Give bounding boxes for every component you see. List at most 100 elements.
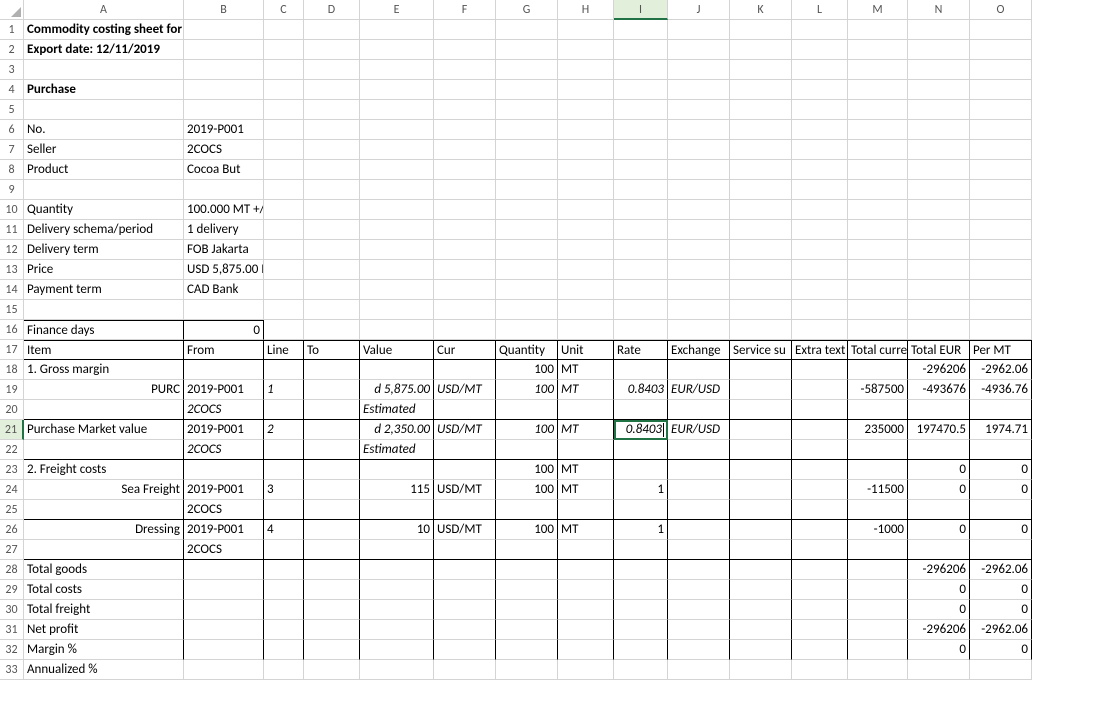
cell-C16[interactable] xyxy=(264,320,304,340)
cell-I25[interactable] xyxy=(614,500,668,520)
cell-J32[interactable] xyxy=(668,640,730,660)
cell-L3[interactable] xyxy=(792,60,848,80)
cell-M8[interactable] xyxy=(848,160,908,180)
cell-L15[interactable] xyxy=(792,300,848,320)
cell-A22[interactable] xyxy=(24,440,184,460)
cell-C31[interactable] xyxy=(264,620,304,640)
cell-B28[interactable] xyxy=(184,560,264,580)
cell-M23[interactable] xyxy=(848,460,908,480)
cell-I30[interactable] xyxy=(614,600,668,620)
cell-C33[interactable] xyxy=(264,660,304,680)
cell-B8[interactable]: Cocoa But xyxy=(184,160,264,180)
cell-B15[interactable] xyxy=(184,300,264,320)
cell-J13[interactable] xyxy=(668,260,730,280)
cell-N21[interactable]: 197470.5 xyxy=(908,420,970,440)
cell-H8[interactable] xyxy=(558,160,614,180)
cell-B23[interactable] xyxy=(184,460,264,480)
row-header-32[interactable]: 32 xyxy=(0,640,24,660)
cell-N25[interactable] xyxy=(908,500,970,520)
row-header-25[interactable]: 25 xyxy=(0,500,24,520)
cell-M24[interactable]: -11500 xyxy=(848,480,908,500)
cell-L21[interactable] xyxy=(792,420,848,440)
cell-C5[interactable] xyxy=(264,100,304,120)
cell-B16[interactable]: 0 xyxy=(184,320,264,340)
cell-O7[interactable] xyxy=(970,140,1032,160)
cell-F25[interactable] xyxy=(434,500,496,520)
column-header-C[interactable]: C xyxy=(264,0,304,20)
cell-L22[interactable] xyxy=(792,440,848,460)
cell-D8[interactable] xyxy=(304,160,360,180)
cell-A20[interactable] xyxy=(24,400,184,420)
cell-J6[interactable] xyxy=(668,120,730,140)
cell-B27[interactable]: 2COCS xyxy=(184,540,264,560)
row-header-19[interactable]: 19 xyxy=(0,380,24,400)
column-header-K[interactable]: K xyxy=(730,0,792,20)
cell-G31[interactable] xyxy=(496,620,558,640)
cell-A7[interactable]: Seller xyxy=(24,140,184,160)
cell-B5[interactable] xyxy=(184,100,264,120)
cell-N4[interactable] xyxy=(908,80,970,100)
cell-D10[interactable] xyxy=(304,200,360,220)
cell-N20[interactable] xyxy=(908,400,970,420)
cell-I19[interactable]: 0.8403 xyxy=(614,380,668,400)
cell-K13[interactable] xyxy=(730,260,792,280)
cell-G29[interactable] xyxy=(496,580,558,600)
cell-A32[interactable]: Margin % xyxy=(24,640,184,660)
cell-G9[interactable] xyxy=(496,180,558,200)
cell-M13[interactable] xyxy=(848,260,908,280)
cell-J28[interactable] xyxy=(668,560,730,580)
cell-E23[interactable] xyxy=(360,460,434,480)
cell-H31[interactable] xyxy=(558,620,614,640)
cell-I33[interactable] xyxy=(614,660,668,680)
cell-G5[interactable] xyxy=(496,100,558,120)
cell-E30[interactable] xyxy=(360,600,434,620)
cell-G16[interactable] xyxy=(496,320,558,340)
row-header-2[interactable]: 2 xyxy=(0,40,24,60)
cell-G26[interactable]: 100 xyxy=(496,520,558,540)
cell-D2[interactable] xyxy=(304,40,360,60)
cell-H18[interactable]: MT xyxy=(558,360,614,380)
cell-H30[interactable] xyxy=(558,600,614,620)
cell-A4[interactable]: Purchase xyxy=(24,80,184,100)
cell-H6[interactable] xyxy=(558,120,614,140)
cell-N32[interactable]: 0 xyxy=(908,640,970,660)
cell-L18[interactable] xyxy=(792,360,848,380)
cell-O18[interactable]: -2962.06 xyxy=(970,360,1032,380)
cell-G12[interactable] xyxy=(496,240,558,260)
cell-L29[interactable] xyxy=(792,580,848,600)
cell-K18[interactable] xyxy=(730,360,792,380)
cell-E5[interactable] xyxy=(360,100,434,120)
cell-F1[interactable] xyxy=(434,20,496,40)
cell-E33[interactable] xyxy=(360,660,434,680)
cell-E20[interactable]: Estimated xyxy=(360,400,434,420)
cell-K32[interactable] xyxy=(730,640,792,660)
cell-G21[interactable]: 100 xyxy=(496,420,558,440)
cell-O8[interactable] xyxy=(970,160,1032,180)
cell-H33[interactable] xyxy=(558,660,614,680)
cell-L30[interactable] xyxy=(792,600,848,620)
cell-K24[interactable] xyxy=(730,480,792,500)
cell-M1[interactable] xyxy=(848,20,908,40)
cell-H17[interactable]: Unit xyxy=(558,340,614,360)
cell-C25[interactable] xyxy=(264,500,304,520)
cell-H12[interactable] xyxy=(558,240,614,260)
cell-M27[interactable] xyxy=(848,540,908,560)
cell-B7[interactable]: 2COCS xyxy=(184,140,264,160)
cell-B30[interactable] xyxy=(184,600,264,620)
cell-N9[interactable] xyxy=(908,180,970,200)
cell-J7[interactable] xyxy=(668,140,730,160)
column-header-L[interactable]: L xyxy=(792,0,848,20)
cell-L10[interactable] xyxy=(792,200,848,220)
cell-K16[interactable] xyxy=(730,320,792,340)
cell-I14[interactable] xyxy=(614,280,668,300)
cell-A31[interactable]: Net profit xyxy=(24,620,184,640)
column-header-G[interactable]: G xyxy=(496,0,558,20)
cell-M21[interactable]: 235000 xyxy=(848,420,908,440)
cell-D22[interactable] xyxy=(304,440,360,460)
cell-J33[interactable] xyxy=(668,660,730,680)
cell-H10[interactable] xyxy=(558,200,614,220)
cell-C15[interactable] xyxy=(264,300,304,320)
active-cell[interactable]: 0.8403 xyxy=(614,420,668,440)
cell-O3[interactable] xyxy=(970,60,1032,80)
cell-A18[interactable]: 1. Gross margin xyxy=(24,360,184,380)
